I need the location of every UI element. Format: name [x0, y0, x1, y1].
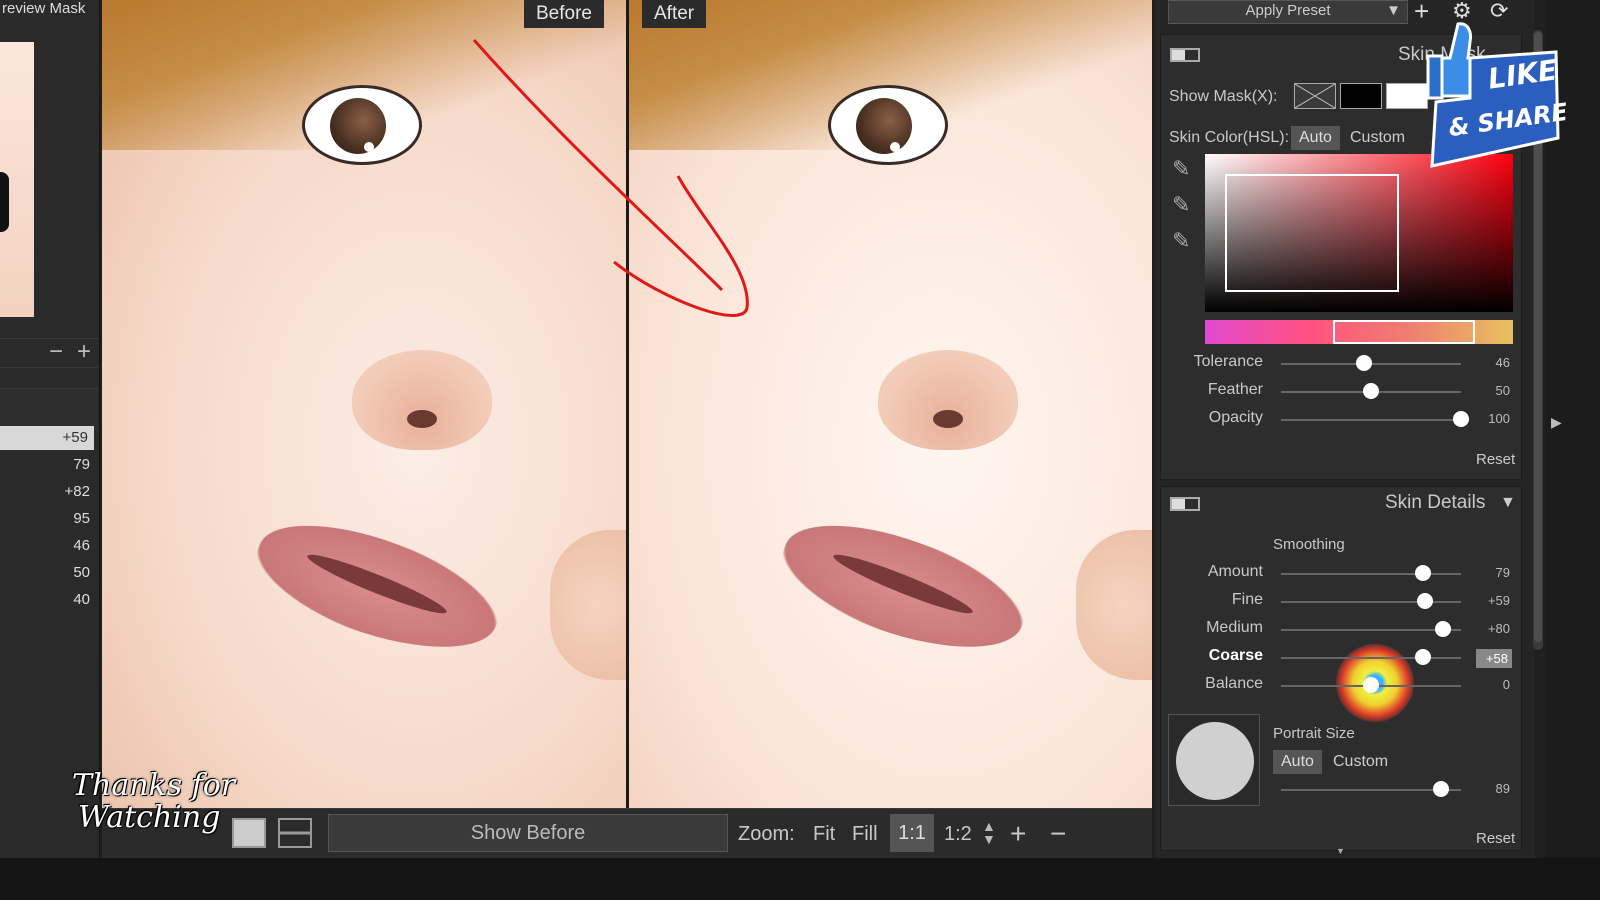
slider-value-amount: 79 — [1495, 565, 1510, 580]
portrait-size-circle — [1176, 722, 1254, 800]
eyedropper-add-icon[interactable]: ✎ — [1172, 192, 1190, 218]
portrait-size-auto-button[interactable]: Auto — [1273, 750, 1322, 774]
slider-track-fine[interactable] — [1281, 601, 1461, 603]
mask-overlay-none-icon[interactable] — [1294, 83, 1336, 109]
slider-knob-tolerance[interactable] — [1355, 355, 1372, 371]
left-value-row: +59 — [0, 426, 94, 450]
apply-preset-dropdown[interactable]: Apply Preset ▼ — [1168, 0, 1408, 24]
slider-label-coarse: Coarse — [1208, 647, 1263, 664]
after-label: After — [642, 0, 707, 28]
bottom-strip — [0, 858, 1600, 900]
chevron-down-icon: ▼ — [1386, 2, 1401, 19]
portrait-size-label: Portrait Size — [1273, 725, 1355, 742]
slider-value-opacity: 100 — [1488, 411, 1510, 426]
zoom-in-button[interactable]: + — [1010, 820, 1026, 848]
chevron-down-icon[interactable]: ▼ — [1500, 494, 1516, 512]
slider-track-opacity[interactable] — [1281, 419, 1461, 421]
skin-color-custom-button[interactable]: Custom — [1342, 126, 1413, 150]
left-value-row: 40 — [73, 591, 90, 608]
zoom-fit-button[interactable]: Fit — [813, 822, 835, 846]
zoom-stepper-icon[interactable]: ▲ ▼ — [982, 819, 996, 846]
thanks-for-watching-overlay: Thanks for Watching — [72, 770, 272, 850]
navigator-zoom-in-button[interactable]: + — [74, 340, 94, 364]
thumbs-up-icon — [1426, 22, 1560, 168]
portrait-size-custom-button[interactable]: Custom — [1325, 750, 1396, 774]
like-share-badge: LIKE & SHARE — [1410, 18, 1569, 168]
left-panel-separator — [0, 388, 98, 430]
hue-range-selection[interactable] — [1333, 320, 1475, 344]
eyedropper-subtract-icon[interactable]: ✎ — [1172, 228, 1190, 254]
preview-mask-title: review Mask — [2, 0, 86, 17]
portrait-size-preview — [1168, 714, 1260, 806]
zoom-1-2-button[interactable]: 1:2 — [944, 822, 972, 846]
slider-label-fine: Fine — [1231, 591, 1263, 608]
slider-knob-feather[interactable] — [1363, 383, 1379, 399]
slider-label-amount: Amount — [1207, 563, 1263, 580]
slider-label-opacity: Opacity — [1208, 409, 1263, 426]
thanks-line2: Watching — [78, 800, 221, 835]
left-value-row: 46 — [73, 537, 90, 554]
slider-label-medium: Medium — [1206, 619, 1263, 636]
split-view-icon[interactable] — [278, 818, 312, 848]
left-value-row: 50 — [73, 564, 90, 581]
mask-black-swatch[interactable] — [1340, 83, 1382, 109]
slider-knob-fine[interactable] — [1417, 593, 1433, 609]
skin-details-toggle[interactable] — [1170, 497, 1200, 511]
slider-track-amount[interactable] — [1281, 573, 1461, 575]
slider-label-tolerance: Tolerance — [1193, 353, 1263, 370]
slider-value-tolerance: 46 — [1495, 355, 1510, 370]
thanks-line1: Thanks for — [72, 768, 236, 803]
slider-knob-balance[interactable] — [1363, 677, 1379, 693]
smoothing-label: Smoothing — [1273, 536, 1345, 553]
skin-mask-reset-button[interactable]: Reset — [1476, 451, 1515, 468]
slider-value-coarse[interactable]: +58 — [1476, 649, 1512, 668]
zoom-1-1-button[interactable]: 1:1 — [890, 814, 934, 852]
slider-knob-opacity[interactable] — [1453, 411, 1469, 427]
slider-value-feather: 50 — [1495, 383, 1510, 398]
left-value-row: +82 — [64, 483, 90, 500]
slider-label-balance: Balance — [1205, 675, 1263, 692]
skin-details-header[interactable]: Skin Details — [1385, 492, 1485, 514]
slider-value-balance: 0 — [1502, 677, 1510, 692]
skin-details-reset-button[interactable]: Reset — [1476, 830, 1515, 847]
zoom-out-button[interactable]: − — [1050, 820, 1066, 848]
slider-label-feather: Feather — [1207, 381, 1263, 398]
red-annotation-arrow — [472, 39, 749, 317]
show-before-button[interactable]: Show Before — [328, 814, 728, 852]
navigator-zoom-out-button[interactable]: − — [46, 340, 66, 364]
slider-knob-medium[interactable] — [1435, 621, 1451, 637]
collapse-panel-icon[interactable]: ▶ — [1551, 414, 1562, 431]
left-value-row: 95 — [73, 510, 90, 527]
skin-color-auto-button[interactable]: Auto — [1291, 126, 1340, 150]
skin-mask-toggle[interactable] — [1170, 48, 1200, 62]
apply-preset-label: Apply Preset — [1245, 2, 1331, 19]
slider-track-medium[interactable] — [1281, 629, 1461, 631]
slider-track-coarse[interactable] — [1281, 657, 1461, 659]
skin-color-selection-box[interactable] — [1225, 174, 1399, 292]
skin-color-label: Skin Color(HSL): — [1169, 129, 1290, 146]
zoom-fill-button[interactable]: Fill — [852, 822, 878, 846]
scroll-down-icon[interactable]: ▼ — [1336, 846, 1345, 856]
thumbnail-shadow — [0, 172, 9, 232]
zoom-label: Zoom: — [738, 823, 795, 845]
cross-icon — [1294, 83, 1336, 109]
slider-value-medium: +80 — [1487, 621, 1510, 636]
left-value-row: 79 — [73, 456, 90, 473]
portrait-size-value: 89 — [1495, 781, 1510, 796]
slider-value-fine: +59 — [1487, 593, 1510, 608]
eyedropper-icon[interactable]: ✎ — [1172, 156, 1190, 182]
show-mask-label: Show Mask(X): — [1169, 88, 1278, 105]
before-label: Before — [524, 0, 604, 28]
